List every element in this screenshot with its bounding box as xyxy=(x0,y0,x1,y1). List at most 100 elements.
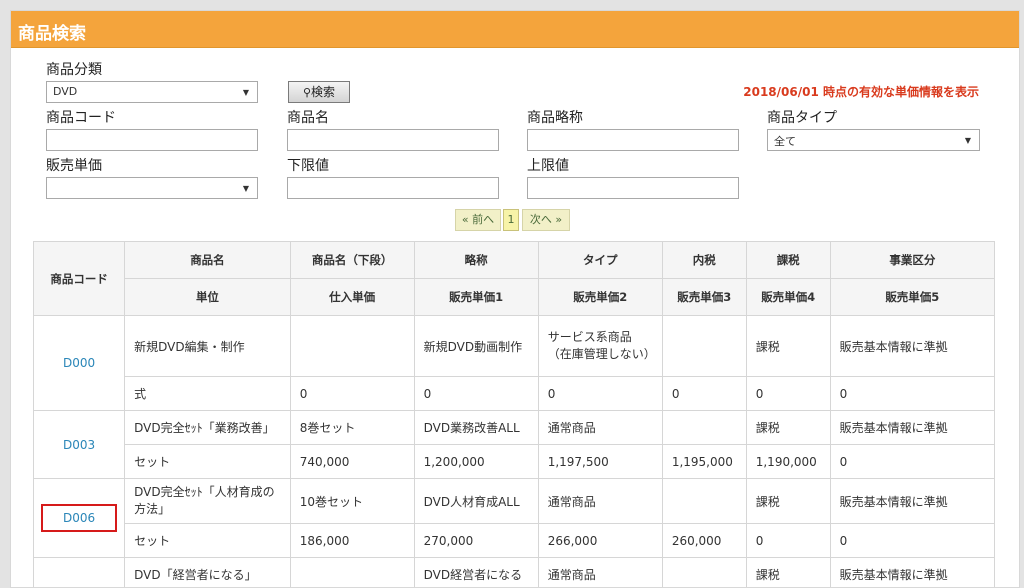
table-cell: 0 xyxy=(830,524,994,558)
product-code-link[interactable]: D003 xyxy=(34,411,125,479)
sales-price-label: 販売単価 xyxy=(46,155,102,175)
column-header[interactable]: 課税 xyxy=(746,242,830,279)
lower-limit-input[interactable] xyxy=(287,177,499,199)
product-abbr-input[interactable] xyxy=(527,129,739,151)
product-name-label: 商品名 xyxy=(287,107,329,127)
search-button-label: 検索 xyxy=(311,85,335,99)
column-header[interactable]: 販売単価2 xyxy=(538,279,662,316)
table-cell: 課税 xyxy=(746,316,830,377)
table-cell: 0 xyxy=(290,377,414,411)
column-header[interactable]: 略称 xyxy=(414,242,538,279)
table-cell: 新規DVD動画制作 xyxy=(414,316,538,377)
table-row: D000 新規DVD編集・制作 新規DVD動画制作 サービス系商品（在庫管理しな… xyxy=(34,316,995,377)
price-date-notice: 2018/06/01 時点の有効な単価情報を表示 xyxy=(743,83,979,100)
column-header[interactable]: 内税 xyxy=(662,242,746,279)
page-title: 商品検索 xyxy=(18,19,86,44)
product-type-select[interactable]: 全て ▼ xyxy=(767,129,980,151)
table-cell xyxy=(290,316,414,377)
product-code-link[interactable]: D006 xyxy=(34,479,125,558)
column-header[interactable]: 商品名 xyxy=(125,242,291,279)
table-row: セット 186,000 270,000 266,000 260,000 0 0 xyxy=(34,524,995,558)
search-icon: ⚲ xyxy=(303,86,311,99)
table-cell xyxy=(662,558,746,588)
table-cell: 課税 xyxy=(746,479,830,524)
product-code-input[interactable] xyxy=(46,129,258,151)
table-cell: 式 xyxy=(125,377,291,411)
category-select-value: DVD xyxy=(53,85,77,98)
product-name-input[interactable] xyxy=(287,129,499,151)
table-cell: 0 xyxy=(830,445,994,479)
category-select[interactable]: DVD ▼ xyxy=(46,81,258,103)
sales-price-select[interactable]: ▼ xyxy=(46,177,258,199)
table-cell: 260,000 xyxy=(662,524,746,558)
column-header[interactable]: 販売単価5 xyxy=(830,279,994,316)
highlighted-product-code[interactable]: D006 xyxy=(43,506,115,530)
product-code-link[interactable]: D000 xyxy=(34,316,125,411)
table-cell: 1,195,000 xyxy=(662,445,746,479)
table-cell: 0 xyxy=(830,377,994,411)
pager-page-current[interactable]: 1 xyxy=(503,209,519,231)
pager-next[interactable]: 次へ » xyxy=(522,209,570,231)
column-header[interactable]: 仕入単価 xyxy=(290,279,414,316)
table-row: D003 DVD完全ｾｯﾄ「業務改善」 8巻セット DVD業務改善ALL 通常商… xyxy=(34,411,995,445)
table-cell: 販売基本情報に準拠 xyxy=(830,558,994,588)
table-cell: DVD「経営者になる」 xyxy=(125,558,291,588)
table-cell: 課税 xyxy=(746,558,830,588)
search-button[interactable]: ⚲検索 xyxy=(288,81,350,103)
product-code-text[interactable]: D003 xyxy=(63,438,95,452)
chevron-down-icon: ▼ xyxy=(243,88,249,97)
lower-limit-label: 下限値 xyxy=(287,155,329,175)
table-cell: サービス系商品（在庫管理しない） xyxy=(538,316,662,377)
column-header[interactable]: 販売単価3 xyxy=(662,279,746,316)
column-header[interactable]: 販売単価1 xyxy=(414,279,538,316)
product-search-panel: 商品検索 商品分類 DVD ▼ ⚲検索 2018/06/01 時点の有効な単価情… xyxy=(10,10,1020,588)
table-cell: 0 xyxy=(746,524,830,558)
table-cell: 1,200,000 xyxy=(414,445,538,479)
table-cell: 通常商品 xyxy=(538,479,662,524)
table-cell xyxy=(662,479,746,524)
column-header[interactable]: 事業区分 xyxy=(830,242,994,279)
column-header[interactable]: タイプ xyxy=(538,242,662,279)
table-cell: 266,000 xyxy=(538,524,662,558)
table-cell: 0 xyxy=(746,377,830,411)
chevron-down-icon: ▼ xyxy=(243,184,249,193)
table-cell: 販売基本情報に準拠 xyxy=(830,411,994,445)
column-header[interactable]: 単位 xyxy=(125,279,291,316)
table-cell: 0 xyxy=(662,377,746,411)
table-cell: 740,000 xyxy=(290,445,414,479)
upper-limit-label: 上限値 xyxy=(527,155,569,175)
table-cell: 10巻セット xyxy=(290,479,414,524)
product-abbr-label: 商品略称 xyxy=(527,107,583,127)
table-cell: 8巻セット xyxy=(290,411,414,445)
product-code-link[interactable] xyxy=(34,558,125,588)
table-cell: 通常商品 xyxy=(538,558,662,588)
panel-header: 商品検索 xyxy=(11,11,1019,48)
column-header[interactable]: 商品名（下段） xyxy=(290,242,414,279)
table-cell: 1,190,000 xyxy=(746,445,830,479)
table-cell: 0 xyxy=(414,377,538,411)
column-header[interactable]: 販売単価4 xyxy=(746,279,830,316)
product-type-label: 商品タイプ xyxy=(767,107,837,127)
table-cell: DVD業務改善ALL xyxy=(414,411,538,445)
table-cell: 186,000 xyxy=(290,524,414,558)
pager-prev[interactable]: « 前へ xyxy=(455,209,501,231)
table-row: セット 740,000 1,200,000 1,197,500 1,195,00… xyxy=(34,445,995,479)
table-cell: 1,197,500 xyxy=(538,445,662,479)
results-table: 商品コード 商品名 商品名（下段） 略称 タイプ 内税 課税 事業区分 単位 仕… xyxy=(33,241,995,588)
table-cell: セット xyxy=(125,524,291,558)
product-code-text[interactable]: D000 xyxy=(63,356,95,370)
table-cell: DVD経営者になる xyxy=(414,558,538,588)
table-cell xyxy=(662,411,746,445)
chevron-down-icon: ▼ xyxy=(965,136,971,145)
table-cell: 270,000 xyxy=(414,524,538,558)
header-row-top: 商品コード 商品名 商品名（下段） 略称 タイプ 内税 課税 事業区分 xyxy=(34,242,995,279)
table-cell: 課税 xyxy=(746,411,830,445)
product-code-label: 商品コード xyxy=(46,107,116,127)
product-type-value: 全て xyxy=(774,135,796,148)
header-row-bottom: 単位 仕入単価 販売単価1 販売単価2 販売単価3 販売単価4 販売単価5 xyxy=(34,279,995,316)
column-header[interactable]: 商品コード xyxy=(34,242,125,316)
table-cell: 新規DVD編集・制作 xyxy=(125,316,291,377)
table-cell: DVD人材育成ALL xyxy=(414,479,538,524)
category-label: 商品分類 xyxy=(46,59,102,79)
upper-limit-input[interactable] xyxy=(527,177,739,199)
